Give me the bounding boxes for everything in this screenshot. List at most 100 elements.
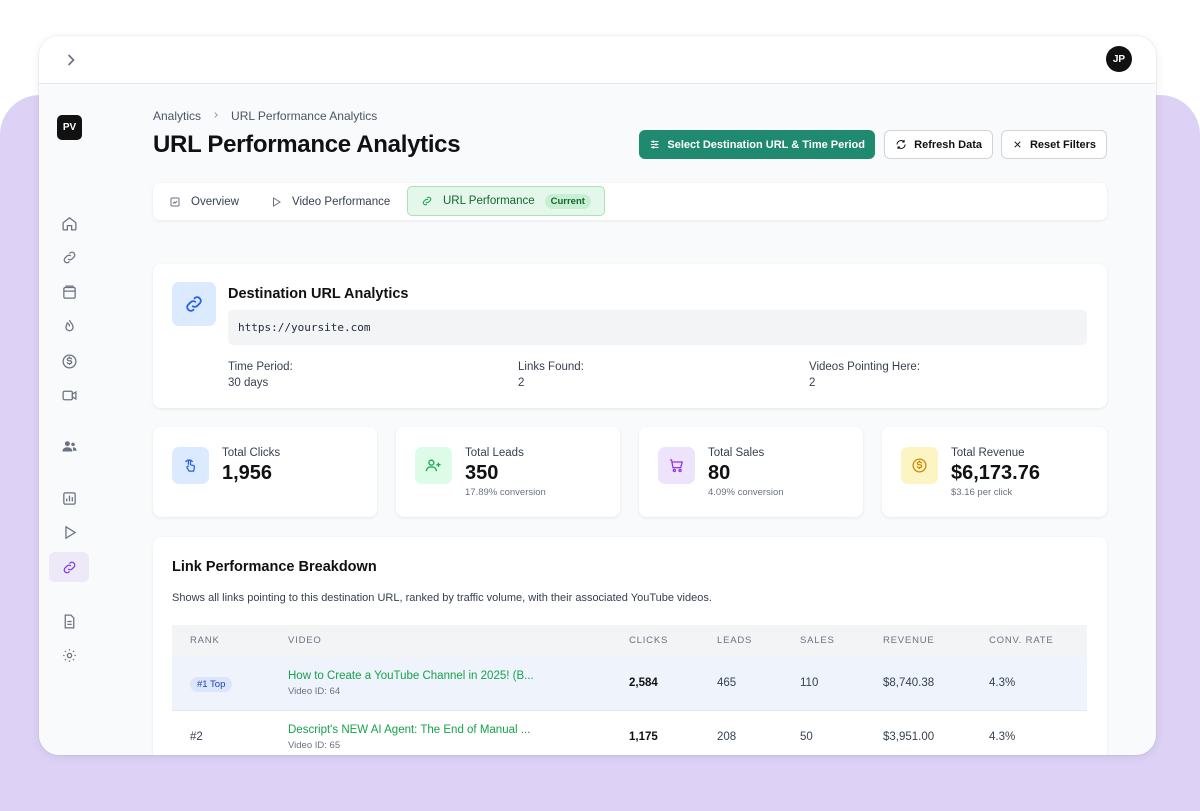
bar-chart-icon[interactable] bbox=[49, 483, 89, 513]
link-icon bbox=[422, 196, 432, 206]
refresh-data-button[interactable]: Refresh Data bbox=[884, 130, 993, 159]
pointer-click-icon bbox=[172, 447, 209, 484]
stat-label: Total Leads bbox=[465, 447, 524, 459]
top-bar: JP bbox=[39, 36, 1156, 84]
app-window: JP PV Analytics URL Performance Analytic… bbox=[39, 36, 1156, 755]
clicks-cell: 2,584 bbox=[629, 677, 658, 689]
table-row[interactable]: #1 Top How to Create a YouTube Channel i… bbox=[172, 657, 1087, 711]
table-header: RANK VIDEO CLICKS LEADS SALES REVENUE CO… bbox=[172, 625, 1087, 657]
stat-subtext: $3.16 per click bbox=[951, 487, 1013, 498]
breakdown-title: Link Performance Breakdown bbox=[172, 559, 377, 575]
video-title-link[interactable]: How to Create a YouTube Channel in 2025!… bbox=[288, 670, 534, 682]
stat-value: 80 bbox=[708, 462, 731, 484]
chevron-right-icon bbox=[211, 109, 221, 123]
videos-pointing-value: 2 bbox=[809, 377, 816, 389]
time-period: Time Period: 30 days bbox=[228, 359, 293, 391]
video-id: Video ID: 65 bbox=[288, 740, 341, 751]
dollar-icon bbox=[901, 447, 938, 484]
document-icon[interactable] bbox=[49, 606, 89, 636]
breakdown-description: Shows all links pointing to this destina… bbox=[172, 592, 712, 604]
column-header[interactable]: VIDEO bbox=[288, 635, 322, 646]
video-title-link[interactable]: Descript's NEW AI Agent: The End of Manu… bbox=[288, 724, 530, 736]
link-breakdown-card: Link Performance Breakdown Shows all lin… bbox=[153, 537, 1107, 755]
column-header[interactable]: RANK bbox=[190, 635, 220, 646]
breadcrumb-analytics[interactable]: Analytics bbox=[153, 109, 201, 123]
users-icon[interactable] bbox=[49, 431, 89, 461]
sidebar: PV bbox=[39, 84, 109, 755]
select-destination-label: Select Destination URL & Time Period bbox=[667, 138, 865, 151]
links-found-value: 2 bbox=[518, 377, 525, 389]
tab-bar: Overview Video Performance URL Performan… bbox=[153, 183, 1107, 220]
stat-label: Total Clicks bbox=[222, 447, 281, 459]
videos-pointing: Videos Pointing Here: 2 bbox=[809, 359, 920, 391]
stat-subtext: 4.09% conversion bbox=[708, 487, 784, 498]
dollar-icon[interactable] bbox=[49, 346, 89, 376]
video-camera-icon[interactable] bbox=[49, 380, 89, 410]
play-icon[interactable] bbox=[49, 517, 89, 547]
page-title: URL Performance Analytics bbox=[153, 131, 461, 158]
column-header[interactable]: SALES bbox=[800, 635, 835, 646]
sales-cell: 50 bbox=[800, 731, 813, 743]
tab-url-performance[interactable]: URL Performance Current bbox=[407, 186, 605, 216]
home-icon[interactable] bbox=[49, 208, 89, 238]
conv-rate-cell: 4.3% bbox=[989, 731, 1016, 743]
chart-icon bbox=[170, 197, 180, 206]
sliders-icon bbox=[650, 140, 659, 149]
destination-title: Destination URL Analytics bbox=[228, 286, 409, 302]
stat-card-clicks: Total Clicks 1,956 bbox=[153, 427, 377, 517]
fire-icon[interactable] bbox=[49, 311, 89, 341]
video-id: Video ID: 64 bbox=[288, 686, 341, 697]
refresh-icon bbox=[896, 139, 906, 150]
revenue-cell: $3,951.00 bbox=[883, 731, 935, 743]
links-found: Links Found: 2 bbox=[518, 359, 584, 391]
play-icon bbox=[273, 196, 281, 207]
column-header[interactable]: CONV. RATE bbox=[989, 635, 1054, 646]
user-avatar[interactable]: JP bbox=[1106, 46, 1132, 72]
reset-filters-button[interactable]: Reset Filters bbox=[1001, 130, 1107, 159]
stat-value: 1,956 bbox=[222, 462, 273, 484]
tab-overview[interactable]: Overview bbox=[169, 183, 239, 220]
leads-cell: 465 bbox=[717, 677, 737, 689]
column-header[interactable]: REVENUE bbox=[883, 635, 935, 646]
stat-card-leads: Total Leads 350 17.89% conversion bbox=[396, 427, 620, 517]
link-icon[interactable] bbox=[49, 242, 89, 272]
sales-cell: 110 bbox=[800, 677, 819, 689]
time-period-label: Time Period: bbox=[228, 361, 293, 373]
column-header[interactable]: LEADS bbox=[717, 635, 752, 646]
tab-video-performance-label: Video Performance bbox=[292, 195, 391, 208]
column-header[interactable]: CLICKS bbox=[629, 635, 668, 646]
clicks-cell: 1,175 bbox=[629, 731, 658, 743]
chevron-right-icon[interactable] bbox=[61, 50, 81, 70]
settings-icon[interactable] bbox=[49, 640, 89, 670]
app-logo[interactable]: PV bbox=[57, 115, 82, 140]
tab-overview-label: Overview bbox=[191, 195, 239, 208]
user-plus-icon bbox=[415, 447, 452, 484]
stat-value: 350 bbox=[465, 462, 499, 484]
current-badge: Current bbox=[544, 193, 591, 209]
archive-icon[interactable] bbox=[49, 277, 89, 307]
select-destination-button[interactable]: Select Destination URL & Time Period bbox=[639, 130, 875, 159]
reset-filters-label: Reset Filters bbox=[1029, 138, 1096, 151]
cart-icon bbox=[658, 447, 695, 484]
conv-rate-cell: 4.3% bbox=[989, 677, 1016, 689]
destination-url-card: Destination URL Analytics https://yoursi… bbox=[153, 264, 1107, 408]
tab-url-performance-label: URL Performance bbox=[443, 195, 535, 207]
revenue-cell: $8,740.38 bbox=[883, 677, 935, 689]
stat-value: $6,173.76 bbox=[951, 462, 1040, 484]
refresh-data-label: Refresh Data bbox=[914, 138, 982, 151]
leads-cell: 208 bbox=[717, 731, 737, 743]
tab-video-performance[interactable]: Video Performance bbox=[270, 183, 390, 220]
destination-url: https://yoursite.com bbox=[228, 310, 1087, 345]
url-link-icon[interactable] bbox=[49, 552, 89, 582]
link-performance-table: RANK VIDEO CLICKS LEADS SALES REVENUE CO… bbox=[172, 625, 1087, 755]
breadcrumb: Analytics URL Performance Analytics bbox=[153, 109, 377, 123]
rank-badge: #1 Top bbox=[190, 677, 233, 692]
stat-card-sales: Total Sales 80 4.09% conversion bbox=[639, 427, 863, 517]
rank-cell: #2 bbox=[190, 731, 203, 743]
breadcrumb-current: URL Performance Analytics bbox=[231, 109, 378, 123]
stat-label: Total Revenue bbox=[951, 447, 1025, 459]
table-row[interactable]: #2 Descript's NEW AI Agent: The End of M… bbox=[172, 711, 1087, 755]
videos-pointing-label: Videos Pointing Here: bbox=[809, 361, 921, 373]
link-icon bbox=[172, 282, 216, 326]
stat-label: Total Sales bbox=[708, 447, 765, 459]
